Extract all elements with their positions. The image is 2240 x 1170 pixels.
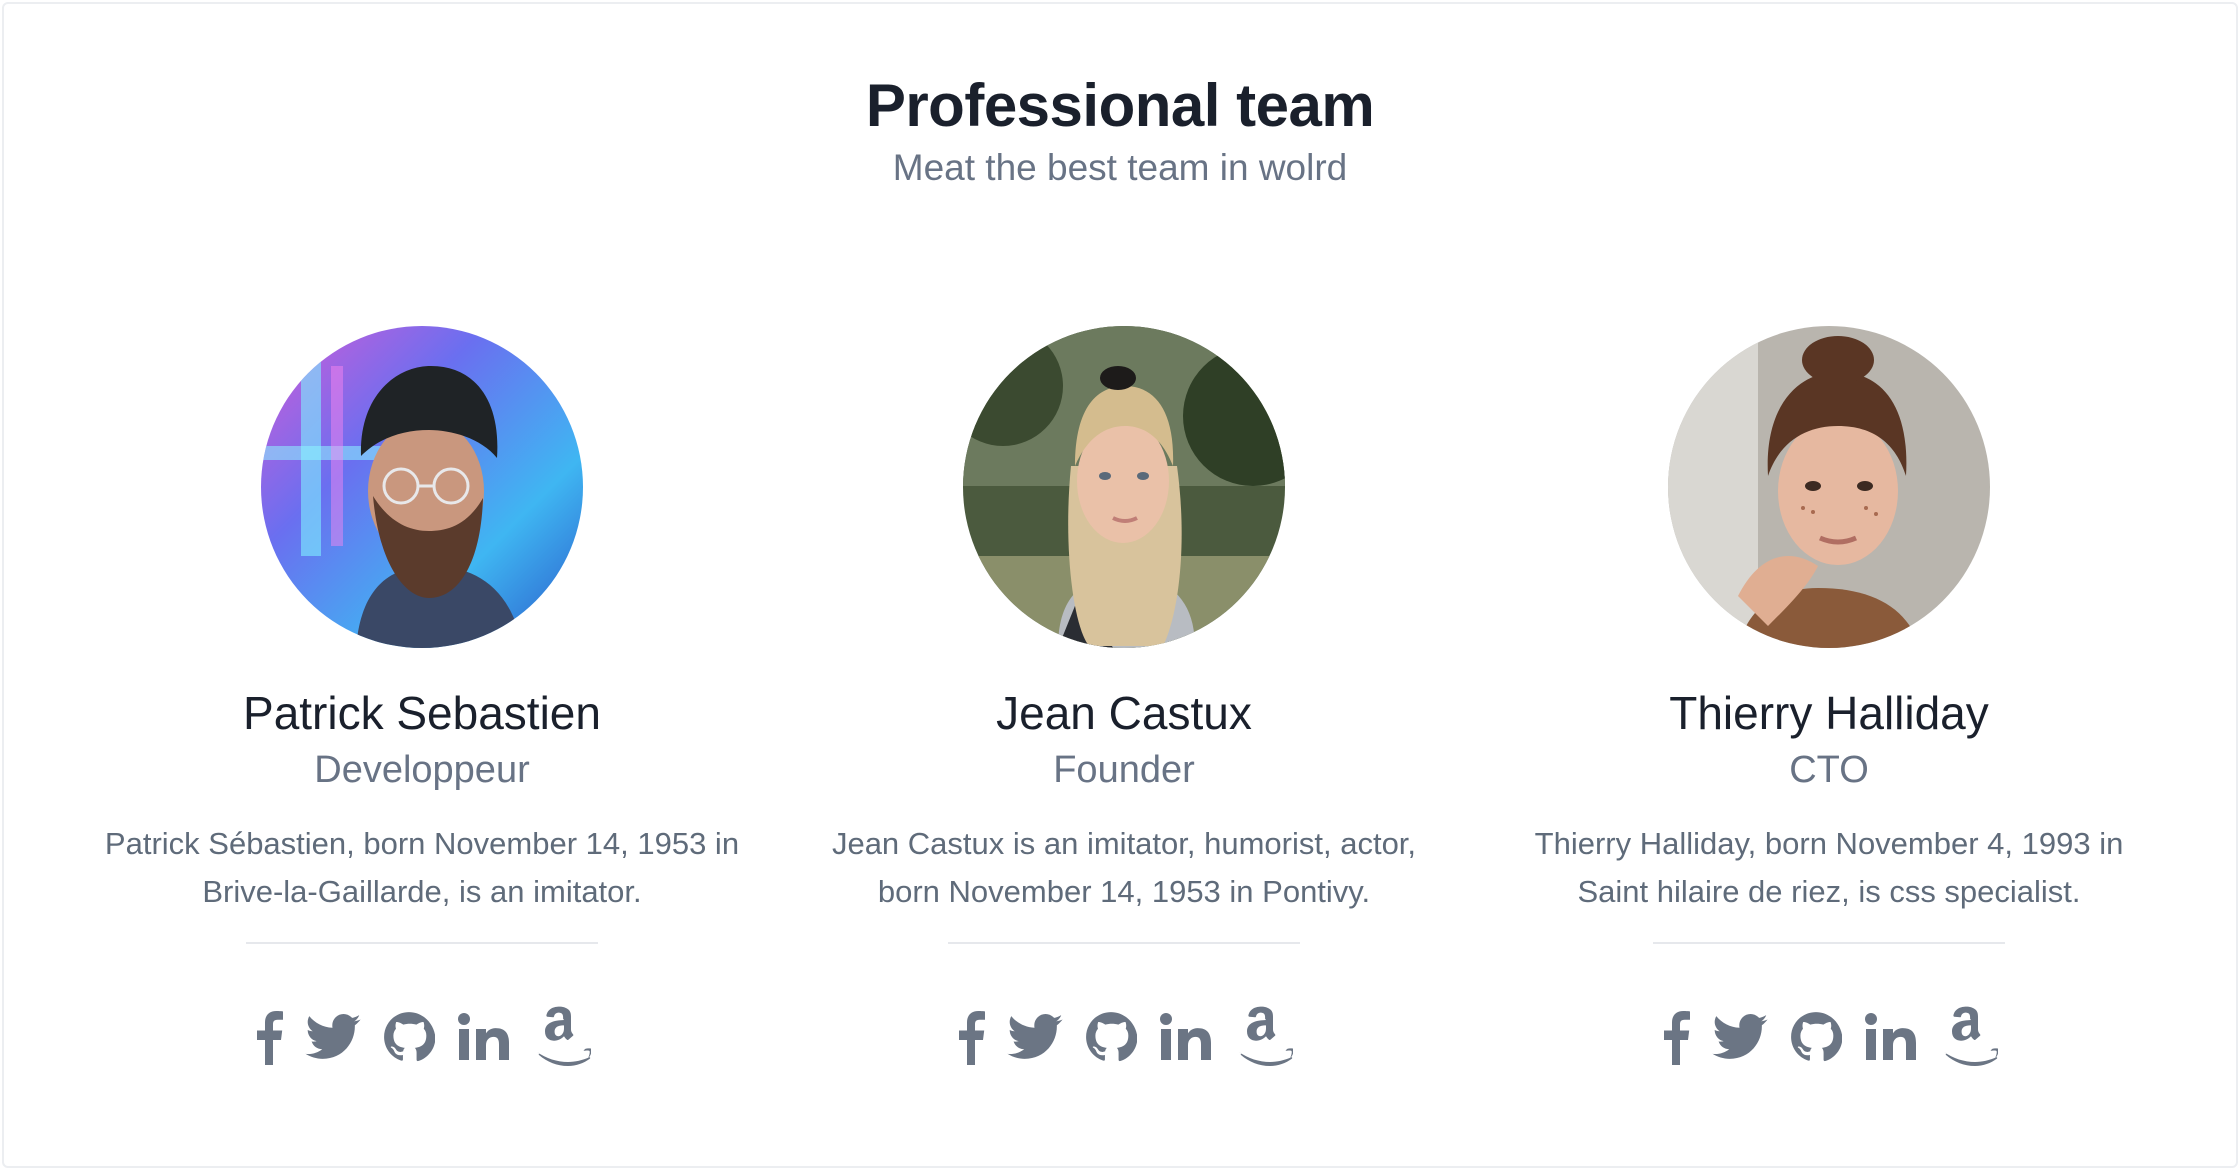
- member-name: Jean Castux: [996, 687, 1252, 739]
- twitter-icon[interactable]: [1007, 1002, 1063, 1072]
- team-grid: Patrick Sebastien Developpeur Patrick Sé…: [4, 326, 2236, 1126]
- member-bio: Jean Castux is an imitator, humorist, ac…: [831, 826, 1417, 909]
- divider: [246, 942, 598, 944]
- section-title: Professional team: [865, 72, 1375, 139]
- avatar: [1668, 326, 1990, 648]
- facebook-icon[interactable]: [955, 1002, 985, 1072]
- github-icon[interactable]: [383, 1002, 435, 1072]
- page-frame: Professional team Meat the best team in …: [2, 2, 2238, 1168]
- team-member-card: Patrick Sebastien Developpeur Patrick Sé…: [102, 326, 742, 1072]
- member-role: CTO: [1789, 749, 1869, 791]
- social-links: [1509, 1002, 2149, 1072]
- github-icon[interactable]: [1085, 1002, 1137, 1072]
- twitter-icon[interactable]: [305, 1002, 361, 1072]
- divider: [948, 942, 1300, 944]
- member-bio: Patrick Sébastien, born November 14, 195…: [104, 826, 740, 909]
- team-member-card: Jean Castux Founder Jean Castux is an im…: [804, 326, 1444, 1072]
- linkedin-icon[interactable]: [457, 1002, 511, 1072]
- amazon-icon[interactable]: [1235, 1002, 1293, 1072]
- facebook-icon[interactable]: [253, 1002, 283, 1072]
- avatar: [261, 326, 583, 648]
- avatar: [963, 326, 1285, 648]
- amazon-icon[interactable]: [1940, 1002, 1998, 1072]
- section-header: Professional team Meat the best team in …: [4, 70, 2236, 192]
- github-icon[interactable]: [1790, 1002, 1842, 1072]
- member-role: Developpeur: [314, 749, 530, 791]
- team-member-card: Thierry Halliday CTO Thierry Halliday, b…: [1509, 326, 2149, 1072]
- member-name: Patrick Sebastien: [243, 687, 601, 739]
- social-links: [102, 1002, 742, 1072]
- twitter-icon[interactable]: [1712, 1002, 1768, 1072]
- facebook-icon[interactable]: [1660, 1002, 1690, 1072]
- divider: [1653, 942, 2005, 944]
- member-bio: Thierry Halliday, born November 4, 1993 …: [1534, 826, 2124, 909]
- amazon-icon[interactable]: [533, 1002, 591, 1072]
- member-name: Thierry Halliday: [1669, 687, 1989, 739]
- member-role: Founder: [1053, 749, 1195, 791]
- linkedin-icon[interactable]: [1159, 1002, 1213, 1072]
- section-subtitle: Meat the best team in wolrd: [892, 147, 1348, 188]
- social-links: [804, 1002, 1444, 1072]
- linkedin-icon[interactable]: [1864, 1002, 1918, 1072]
